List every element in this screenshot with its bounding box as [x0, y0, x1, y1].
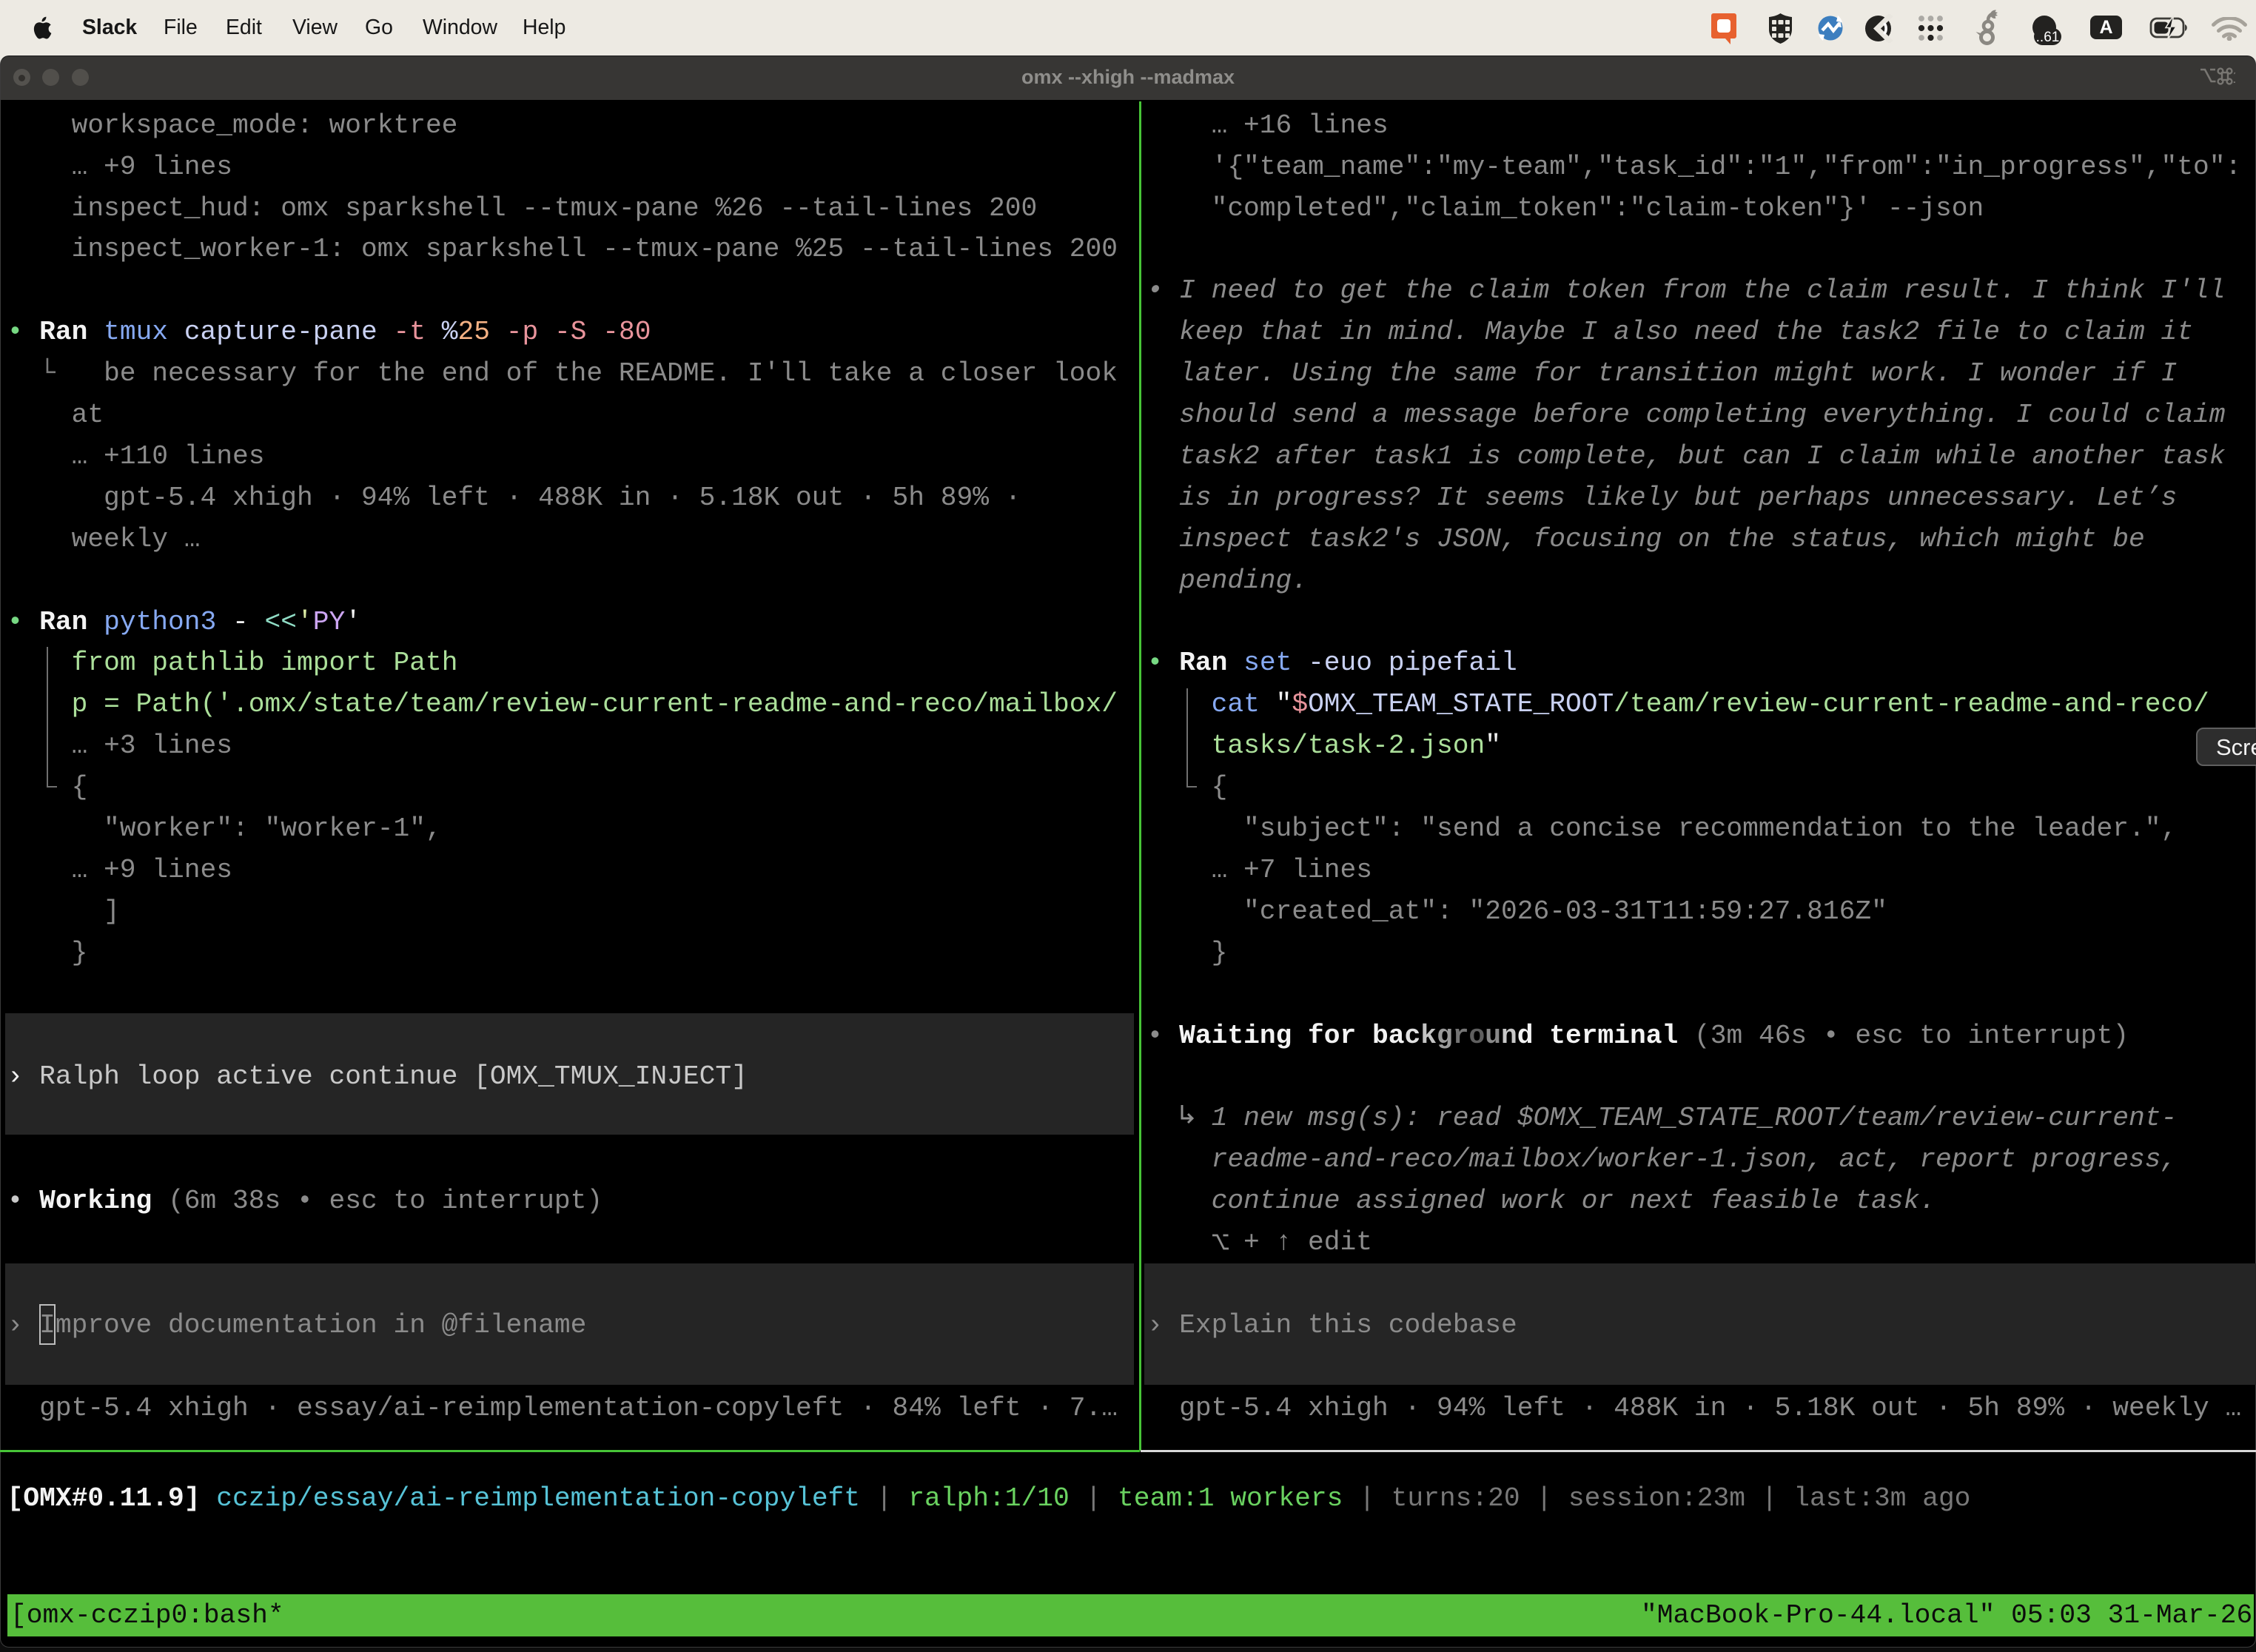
svg-text:1: 1 — [2232, 67, 2235, 86]
